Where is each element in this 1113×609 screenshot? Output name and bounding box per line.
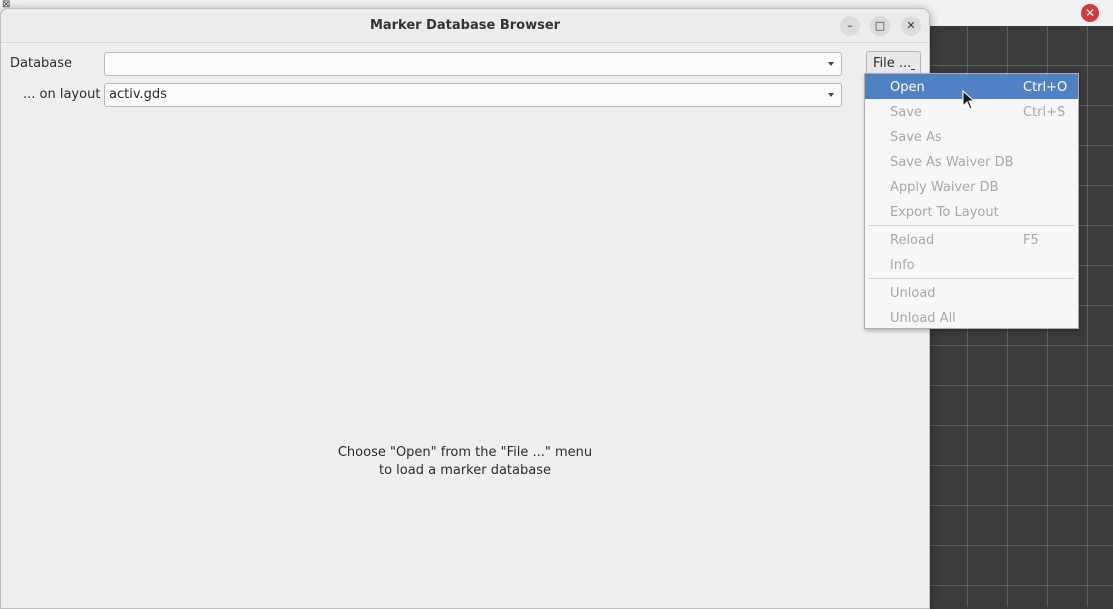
maximize-button[interactable]: □ [870,16,890,36]
menu-separator [869,225,1074,226]
layout-combobox[interactable]: activ.gds [104,83,842,107]
menu-item-reload[interactable]: Reload F5 [865,227,1078,252]
database-label: Database [10,56,73,71]
database-combobox[interactable] [104,52,842,76]
minimize-icon: – [847,19,853,32]
hint-line-2: to load a marker database [379,463,551,478]
menu-item-save-as-waiver-db[interactable]: Save As Waiver DB [865,149,1078,174]
title-bar[interactable]: Marker Database Browser – □ ✕ [1,9,929,43]
menu-item-apply-waiver-db[interactable]: Apply Waiver DB [865,174,1078,199]
background-close-icon[interactable]: ✕ [1081,4,1099,22]
file-dropdown-menu: Open Ctrl+O Save Ctrl+S Save As Save As … [864,73,1079,329]
empty-state-hint: Choose "Open" from the "File ..." menu t… [1,444,929,480]
file-button-label: File ... [873,56,912,71]
dropdown-indicator-icon [911,67,915,70]
close-icon: ✕ [906,19,916,32]
chevron-down-icon [828,93,834,97]
layout-value: activ.gds [109,87,167,102]
menu-item-save-as[interactable]: Save As [865,124,1078,149]
marker-database-browser-dialog: Marker Database Browser – □ ✕ Database .… [0,8,930,609]
hint-line-1: Choose "Open" from the "File ..." menu [337,445,593,460]
mouse-pointer-icon [962,90,976,110]
menu-item-info[interactable]: Info [865,252,1078,277]
layout-label: ... on layout [23,87,101,102]
window-title: Marker Database Browser [369,18,561,33]
close-button[interactable]: ✕ [901,16,921,36]
menu-item-export-to-layout[interactable]: Export To Layout [865,199,1078,224]
menu-item-unload[interactable]: Unload [865,280,1078,305]
menu-item-unload-all[interactable]: Unload All [865,305,1078,330]
menu-separator [869,278,1074,279]
chevron-down-icon [828,62,834,66]
minimize-button[interactable]: – [840,16,860,36]
maximize-icon: □ [874,19,886,32]
